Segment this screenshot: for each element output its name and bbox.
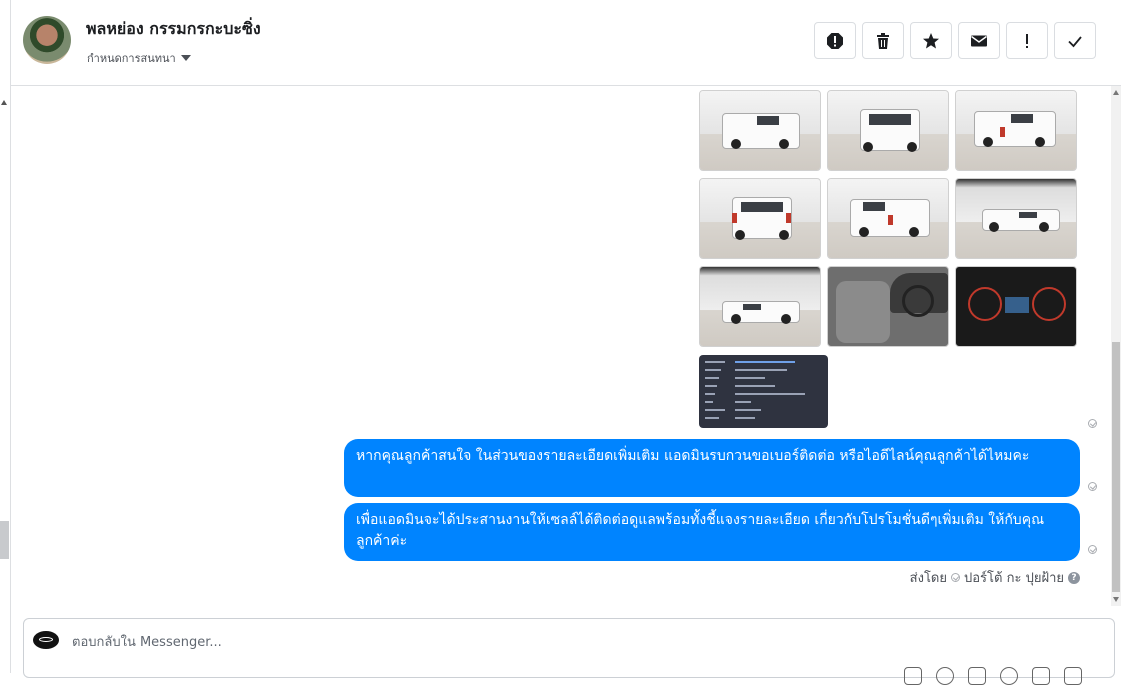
mail-icon [971, 35, 987, 46]
truck-photo-rear[interactable] [699, 178, 821, 259]
seen-check-icon [1088, 482, 1097, 491]
message-bubble[interactable]: หากคุณลูกค้าสนใจ ในส่วนของรายละเอียดเพิ่… [344, 439, 1080, 497]
delete-button[interactable] [862, 22, 904, 59]
sent-by-prefix: ส่งโดย [909, 571, 947, 586]
trash-icon [877, 32, 889, 49]
left-edge-strip [0, 0, 11, 673]
emoji-icon[interactable] [936, 667, 954, 685]
truck-photo-front[interactable] [827, 90, 949, 171]
truck-photo-side-left[interactable] [699, 266, 821, 347]
reply-composer [23, 618, 1115, 685]
sent-by-line: ส่งโดย ปอร์โต้ กะ ปุยฝ้าย ? [910, 567, 1080, 588]
contact-name[interactable]: พลหย่อง กรรมกรกะบะซิ่ง [86, 17, 261, 42]
truck-photo-interior[interactable] [827, 266, 949, 347]
message-bubble[interactable]: เพื่อแอดมินจะได้ประสานงานให้เซลล์ได้ติดต… [344, 503, 1080, 561]
truck-photo-dashboard[interactable] [955, 266, 1077, 347]
scroll-up-icon[interactable] [1113, 90, 1119, 95]
truck-photo-rear-left[interactable] [955, 90, 1077, 171]
verified-check-icon [951, 573, 960, 582]
thread-scrollbar[interactable] [1111, 86, 1121, 606]
sticker-icon[interactable] [1000, 667, 1018, 685]
conversation-header: พลหย่อง กรรมกรกะบะซิ่ง กำหนดการสนทนา [11, 0, 1121, 86]
seen-check-icon [1088, 419, 1097, 428]
seen-check-icon [1088, 545, 1097, 554]
check-icon [1068, 35, 1082, 47]
star-icon [923, 32, 939, 48]
mark-unread-button[interactable] [958, 22, 1000, 59]
payment-icon[interactable] [1032, 667, 1050, 685]
spec-sheet-image[interactable] [699, 355, 828, 428]
truck-photo-side-right[interactable] [955, 178, 1077, 259]
truck-photo-rear-right[interactable] [827, 178, 949, 259]
avatar[interactable] [23, 16, 71, 64]
action-toolbar [814, 22, 1096, 59]
sender-name[interactable]: ปอร์โต้ กะ ปุยฝ้าย [964, 567, 1064, 588]
star-button[interactable] [910, 22, 952, 59]
important-button[interactable] [1006, 22, 1048, 59]
scroll-up-arrow-icon[interactable] [1, 100, 7, 105]
mark-done-button[interactable] [1054, 22, 1096, 59]
schedule-label: กำหนดการสนทนา [87, 52, 176, 65]
spam-icon [827, 32, 843, 49]
truck-photo-front-left[interactable] [699, 90, 821, 171]
message-text: เพื่อแอดมินจะได้ประสานงานให้เซลล์ได้ติดต… [356, 512, 1045, 549]
left-scroll-handle[interactable] [0, 521, 9, 559]
scroll-down-icon[interactable] [1113, 597, 1119, 602]
scrollbar-thumb[interactable] [1112, 342, 1120, 592]
message-thread: หากคุณลูกค้าสนใจ ในส่วนของรายละเอียดเพิ่… [11, 86, 1110, 606]
mark-spam-button[interactable] [814, 22, 856, 59]
reply-input[interactable] [70, 631, 974, 653]
like-icon[interactable] [1064, 667, 1082, 685]
schedule-dropdown[interactable]: กำหนดการสนทนา [87, 49, 191, 67]
caret-down-icon [180, 55, 191, 61]
gif-icon[interactable] [968, 667, 986, 685]
exclamation-icon [1026, 33, 1028, 48]
message-text: หากคุณลูกค้าสนใจ ในส่วนของรายละเอียดเพิ่… [356, 448, 1030, 464]
composer-toolbar [904, 667, 1082, 685]
attach-icon[interactable] [904, 667, 922, 685]
page-avatar [33, 631, 59, 649]
help-icon[interactable]: ? [1068, 571, 1080, 584]
